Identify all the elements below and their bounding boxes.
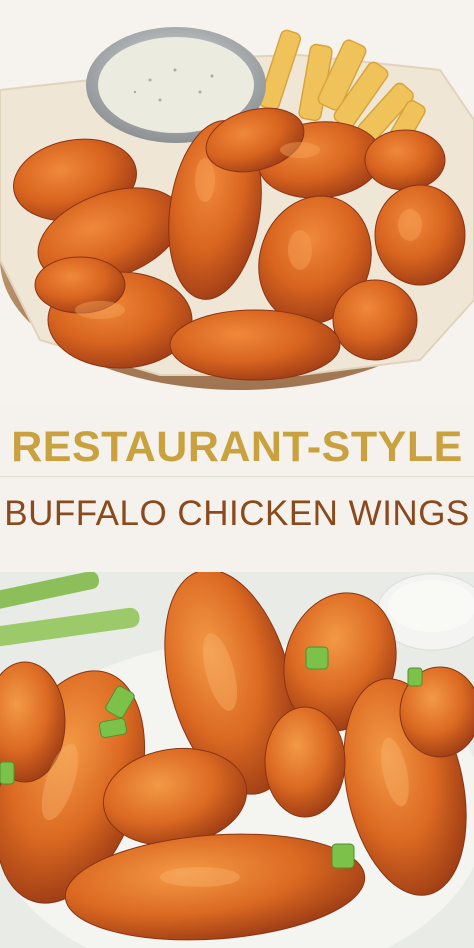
chicken-wings-pile (13, 107, 466, 381)
title-divider (0, 476, 474, 477)
wings-plate-illustration (0, 572, 474, 948)
title-line-1: RESTAURANT-STYLE (11, 423, 463, 471)
wings-basket-illustration (0, 0, 474, 405)
bottom-wings-photo (0, 572, 474, 948)
top-wings-photo (0, 0, 474, 405)
title-line-2: BUFFALO CHICKEN WINGS (4, 494, 470, 533)
